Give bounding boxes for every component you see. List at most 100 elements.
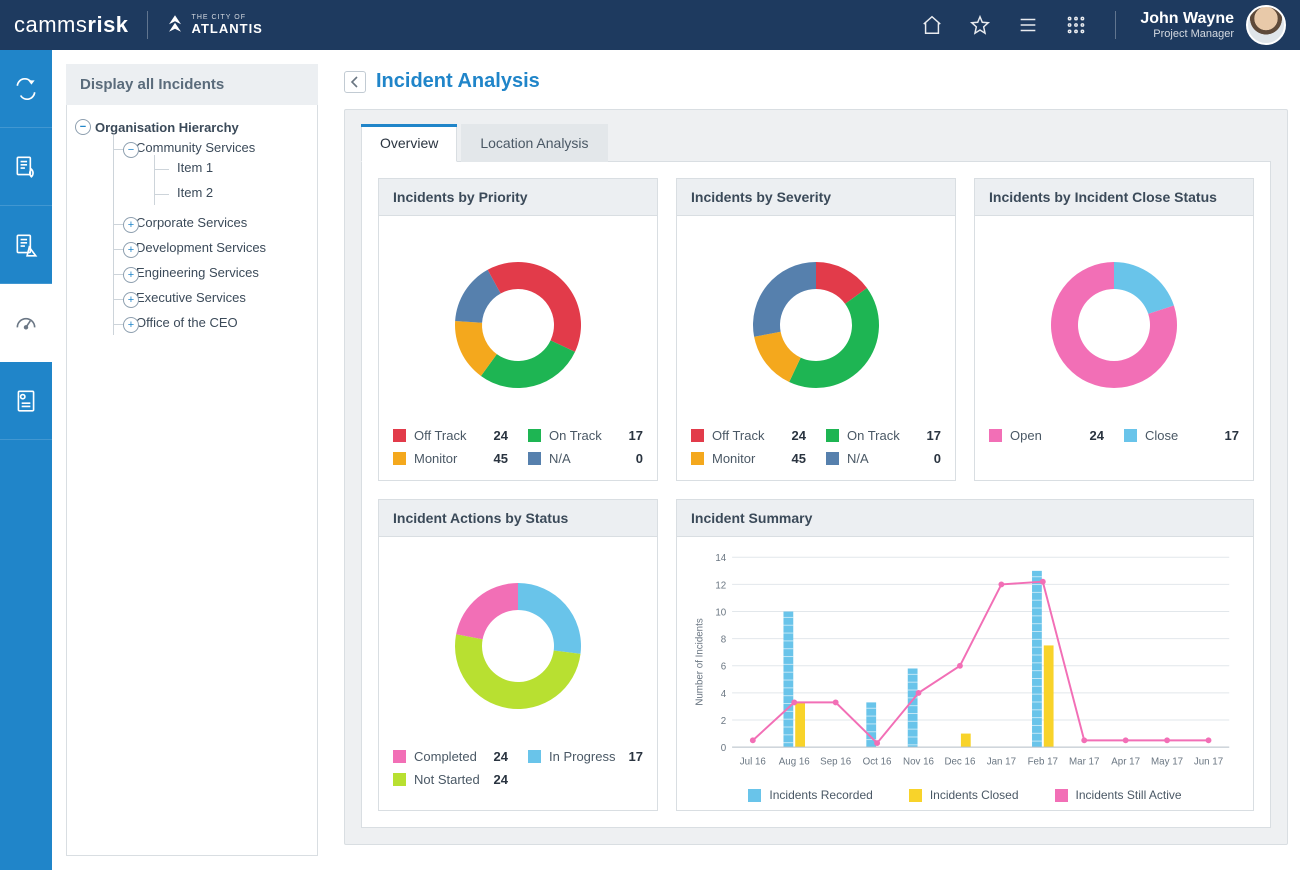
swatch bbox=[748, 789, 761, 802]
legend-item: Open24 bbox=[989, 428, 1104, 443]
legend-label: On Track bbox=[549, 428, 621, 443]
tree-node-label: Corporate Services bbox=[136, 215, 247, 230]
tree-root-label: Organisation Hierarchy bbox=[95, 120, 239, 135]
legend-value: 24 bbox=[1090, 428, 1104, 443]
svg-text:8: 8 bbox=[721, 635, 726, 646]
card-title: Incidents by Incident Close Status bbox=[975, 179, 1253, 216]
swatch bbox=[393, 750, 406, 763]
expand-icon[interactable]: + bbox=[123, 217, 139, 233]
rail-template[interactable] bbox=[0, 362, 52, 440]
tree-leaf[interactable]: Item 2 bbox=[155, 180, 311, 205]
tree-node[interactable]: +Development Services bbox=[114, 235, 311, 260]
legend-value: 17 bbox=[1225, 428, 1239, 443]
legend-label: Close bbox=[1145, 428, 1217, 443]
legend: Off Track24On Track17Monitor45N/A0 bbox=[393, 428, 643, 466]
svg-text:Sep 16: Sep 16 bbox=[820, 757, 851, 768]
svg-text:6: 6 bbox=[721, 662, 726, 673]
tree-leaf[interactable]: Item 1 bbox=[155, 155, 311, 180]
swatch bbox=[528, 452, 541, 465]
legend: Open24 Close 17 bbox=[989, 428, 1239, 443]
swatch bbox=[989, 429, 1002, 442]
svg-text:14: 14 bbox=[715, 553, 726, 564]
svg-text:Number of Incidents: Number of Incidents bbox=[695, 618, 706, 706]
svg-text:Nov 16: Nov 16 bbox=[903, 757, 934, 768]
collapse-icon[interactable]: − bbox=[123, 142, 139, 158]
legend-value: 0 bbox=[934, 451, 941, 466]
svg-text:Aug 16: Aug 16 bbox=[779, 757, 810, 768]
legend-label: Incidents Recorded bbox=[769, 788, 872, 802]
tab-overview[interactable]: Overview bbox=[361, 124, 457, 162]
tree-node[interactable]: +Executive Services bbox=[114, 285, 311, 310]
svg-text:4: 4 bbox=[721, 689, 727, 700]
svg-text:2: 2 bbox=[721, 716, 726, 727]
legend-item: Not Started24 bbox=[393, 772, 508, 787]
product-logo: cammsrisk bbox=[14, 12, 129, 38]
card-title: Incident Actions by Status bbox=[379, 500, 657, 537]
expand-icon[interactable]: + bbox=[123, 292, 139, 308]
legend-value: 24 bbox=[792, 428, 806, 443]
legend-item: Off Track24 bbox=[393, 428, 508, 443]
card-title: Incident Summary bbox=[677, 500, 1253, 537]
rail-dashboard[interactable] bbox=[0, 284, 52, 362]
legend-item: In Progress 17 bbox=[528, 749, 643, 764]
back-button[interactable] bbox=[344, 71, 366, 93]
avatar[interactable] bbox=[1246, 5, 1286, 45]
legend-value: 17 bbox=[629, 749, 643, 764]
legend-item: N/A0 bbox=[826, 451, 941, 466]
tree-node[interactable]: +Engineering Services bbox=[114, 260, 311, 285]
star-icon[interactable] bbox=[965, 10, 995, 40]
legend-label: In Progress bbox=[549, 749, 621, 764]
user-block[interactable]: John Wayne Project Manager bbox=[1140, 5, 1286, 45]
tabs: Overview Location Analysis bbox=[361, 110, 1271, 162]
rail-report-alert[interactable] bbox=[0, 206, 52, 284]
donut-chart bbox=[443, 250, 593, 400]
apps-icon[interactable] bbox=[1061, 10, 1091, 40]
home-icon[interactable] bbox=[917, 10, 947, 40]
legend-label: N/A bbox=[549, 451, 628, 466]
svg-text:May 17: May 17 bbox=[1151, 757, 1183, 768]
workspace: Overview Location Analysis Incidents by … bbox=[344, 109, 1288, 845]
svg-text:Jul 16: Jul 16 bbox=[740, 757, 766, 768]
legend-item: Monitor45 bbox=[691, 451, 806, 466]
legend-label: Off Track bbox=[414, 428, 486, 443]
expand-icon[interactable]: + bbox=[123, 267, 139, 283]
legend: Completed24In Progress17Not Started24 bbox=[393, 749, 643, 787]
tree-node[interactable]: +Corporate Services bbox=[114, 210, 311, 235]
client-logo: THE CITY OFATLANTIS bbox=[166, 13, 263, 37]
summary-chart: 02468101214Number of IncidentsJul 16Aug … bbox=[691, 547, 1239, 777]
legend-label: Completed bbox=[414, 749, 486, 764]
legend-label: Monitor bbox=[414, 451, 486, 466]
tree-node[interactable]: +Office of the CEO bbox=[114, 310, 311, 335]
tab-location-analysis[interactable]: Location Analysis bbox=[461, 124, 607, 162]
swatch bbox=[528, 429, 541, 442]
rail-report-fire[interactable] bbox=[0, 128, 52, 206]
tree-root[interactable]: − Organisation Hierarchy −Community Serv… bbox=[73, 115, 311, 340]
nav-rail bbox=[0, 50, 52, 870]
expand-icon[interactable]: + bbox=[123, 317, 139, 333]
swatch bbox=[826, 452, 839, 465]
legend-label: Incidents Closed bbox=[930, 788, 1019, 802]
svg-text:Feb 17: Feb 17 bbox=[1028, 757, 1058, 768]
org-tree: − Organisation Hierarchy −Community Serv… bbox=[66, 105, 318, 856]
collapse-icon[interactable]: − bbox=[75, 119, 91, 135]
expand-icon[interactable]: + bbox=[123, 242, 139, 258]
tree-node-label: Office of the CEO bbox=[136, 315, 238, 330]
legend-value: 17 bbox=[927, 428, 941, 443]
tree-node[interactable]: −Community ServicesItem 1Item 2 bbox=[114, 135, 311, 210]
user-name: John Wayne bbox=[1140, 10, 1234, 28]
side-panel: Display all Incidents − Organisation Hie… bbox=[52, 50, 332, 870]
svg-text:10: 10 bbox=[715, 607, 726, 618]
menu-icon[interactable] bbox=[1013, 10, 1043, 40]
swatch bbox=[909, 789, 922, 802]
top-bar: cammsrisk THE CITY OFATLANTIS John Wayne… bbox=[0, 0, 1300, 50]
legend: Off Track24On Track17Monitor45N/A0 bbox=[691, 428, 941, 466]
rail-refresh-edit[interactable] bbox=[0, 50, 52, 128]
main-area: Incident Analysis Overview Location Anal… bbox=[332, 50, 1300, 870]
legend-item: On Track 17 bbox=[826, 428, 941, 443]
legend-value: 45 bbox=[494, 451, 508, 466]
donut-chart bbox=[443, 571, 593, 721]
summary-legend: Incidents Recorded Incidents Closed Inci… bbox=[691, 788, 1239, 802]
legend-label: On Track bbox=[847, 428, 919, 443]
brand-block: cammsrisk THE CITY OFATLANTIS bbox=[14, 11, 263, 39]
swatch bbox=[393, 773, 406, 786]
